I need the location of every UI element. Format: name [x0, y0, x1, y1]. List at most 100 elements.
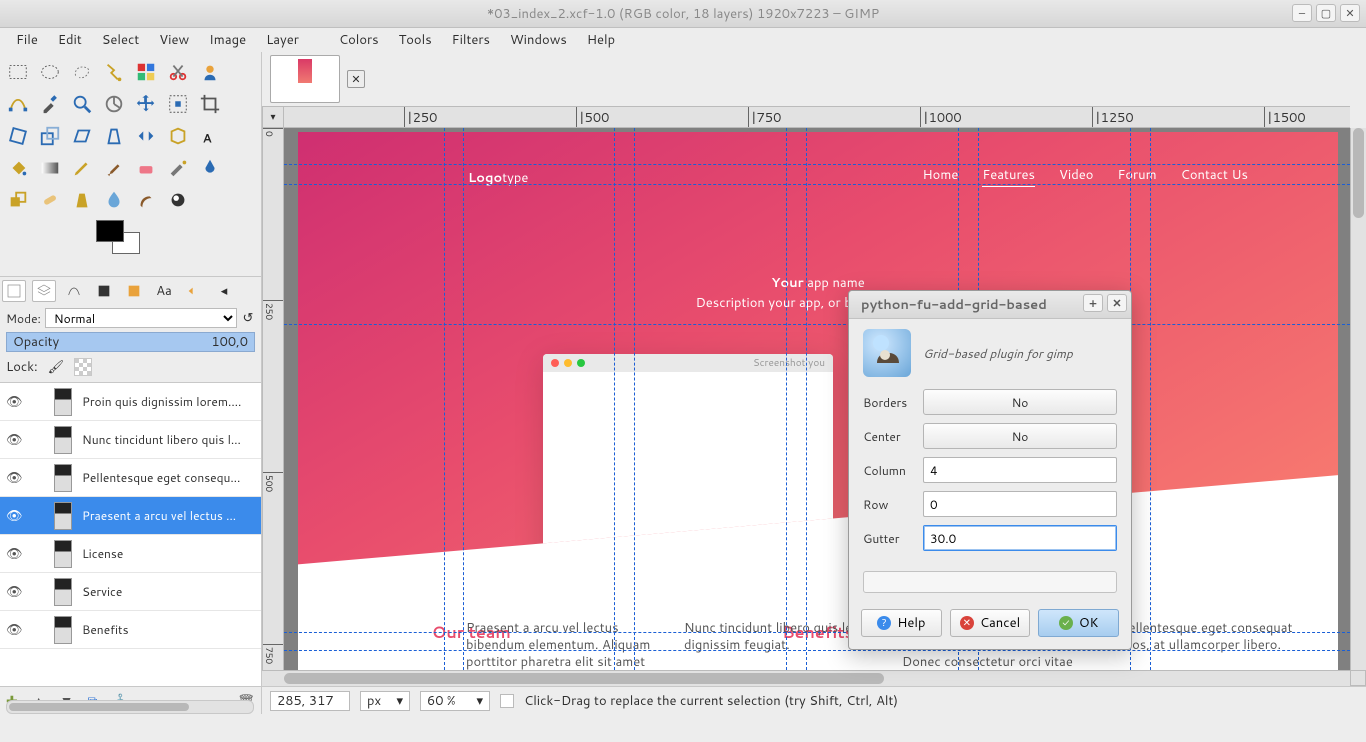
layer-visibility-icon[interactable]: 👁	[6, 507, 20, 525]
layer-visibility-icon[interactable]: 👁	[6, 431, 20, 449]
rotate-tool[interactable]	[2, 120, 34, 152]
horizontal-scrollbar[interactable]	[262, 670, 1366, 686]
tab-channels-icon[interactable]	[92, 280, 116, 302]
guide-horizontal[interactable]	[284, 324, 1350, 325]
vertical-ruler[interactable]: 0250500750	[262, 128, 284, 686]
color-swatch[interactable]	[96, 220, 261, 276]
tab-menu-icon[interactable]: ◂	[212, 280, 236, 302]
blend-tool[interactable]	[34, 152, 66, 184]
tab-paths-icon[interactable]	[62, 280, 86, 302]
vertical-scrollbar[interactable]	[1350, 128, 1366, 670]
guide-horizontal[interactable]	[284, 184, 1350, 185]
scale-tool[interactable]	[34, 120, 66, 152]
image-tab[interactable]: ✕	[270, 55, 340, 103]
dodge-burn-tool[interactable]	[162, 184, 194, 216]
tab-layers[interactable]	[32, 280, 56, 302]
bucket-fill-tool[interactable]	[2, 152, 34, 184]
layer-row[interactable]: 👁Praesent a arcu vel lectus bib...	[0, 497, 261, 535]
blur-tool[interactable]	[98, 184, 130, 216]
guide-horizontal[interactable]	[284, 650, 1350, 651]
clone-tool[interactable]	[2, 184, 34, 216]
center-toggle[interactable]: No	[923, 423, 1117, 449]
free-select-tool[interactable]	[66, 56, 98, 88]
foreground-color[interactable]	[96, 220, 124, 242]
menu-select[interactable]: Select	[92, 28, 149, 52]
guide-vertical[interactable]	[444, 128, 445, 670]
flip-tool[interactable]	[130, 120, 162, 152]
smudge-tool[interactable]	[130, 184, 162, 216]
fuzzy-select-tool[interactable]	[98, 56, 130, 88]
menu-edit[interactable]: Edit	[48, 28, 92, 52]
tab-tool-options[interactable]	[2, 280, 26, 302]
shear-tool[interactable]	[66, 120, 98, 152]
ellipse-select-tool[interactable]	[34, 56, 66, 88]
help-button[interactable]: ?Help	[861, 609, 942, 637]
layer-visibility-icon[interactable]: 👁	[6, 545, 20, 563]
rect-select-tool[interactable]	[2, 56, 34, 88]
guide-vertical[interactable]	[1150, 128, 1151, 670]
dialog-maximize-button[interactable]: +	[1083, 294, 1103, 312]
layer-row[interactable]: 👁Nunc tincidunt libero quis leo...	[0, 421, 261, 459]
by-color-select-tool[interactable]	[130, 56, 162, 88]
navigation-preview-icon[interactable]	[1350, 670, 1366, 686]
layer-visibility-icon[interactable]: 👁	[6, 469, 20, 487]
menu-colors[interactable]: Colors	[329, 28, 389, 52]
mode-reset-icon[interactable]: ↺	[241, 309, 255, 327]
menu-help[interactable]: Help	[577, 28, 625, 52]
row-input[interactable]	[923, 491, 1117, 517]
eraser-tool[interactable]	[130, 152, 162, 184]
layer-row[interactable]: 👁Service	[0, 573, 261, 611]
menu-layer[interactable]: Layer	[256, 28, 309, 52]
layer-visibility-icon[interactable]: 👁	[6, 393, 20, 411]
scissors-tool[interactable]	[162, 56, 194, 88]
opacity-slider[interactable]: Opacity 100,0	[6, 332, 255, 352]
guide-vertical[interactable]	[614, 128, 615, 670]
toolbox-scrollbar[interactable]	[6, 700, 254, 714]
cancel-button[interactable]: ✕Cancel	[950, 609, 1031, 637]
foreground-select-tool[interactable]	[194, 56, 226, 88]
layer-visibility-icon[interactable]: 👁	[6, 583, 20, 601]
unit-select[interactable]: px▾	[360, 691, 410, 711]
mode-select[interactable]: Normal	[45, 308, 237, 328]
text-tool[interactable]: A	[194, 120, 226, 152]
window-close-button[interactable]: ✕	[1340, 4, 1360, 22]
layer-row[interactable]: 👁License	[0, 535, 261, 573]
guide-vertical[interactable]	[806, 128, 807, 670]
move-tool[interactable]	[130, 88, 162, 120]
ok-button[interactable]: ✓OK	[1038, 609, 1119, 637]
perspective-tool[interactable]	[98, 120, 130, 152]
image-tab-close-icon[interactable]: ✕	[347, 70, 365, 88]
zoom-select[interactable]: 60 %▾	[420, 691, 490, 711]
paintbrush-tool[interactable]	[98, 152, 130, 184]
tab-fonts-icon[interactable]: Aa	[152, 280, 176, 302]
guide-horizontal[interactable]	[284, 632, 1350, 633]
guide-vertical[interactable]	[463, 128, 464, 670]
menu-image[interactable]: Image	[199, 28, 256, 52]
color-picker-tool[interactable]	[34, 88, 66, 120]
menu-file[interactable]: File	[6, 28, 48, 52]
layer-row[interactable]: 👁Proin quis dignissim lorem. Ma...	[0, 383, 261, 421]
guide-vertical[interactable]	[634, 128, 635, 670]
menu-tools[interactable]: Tools	[389, 28, 442, 52]
borders-toggle[interactable]: No	[923, 389, 1117, 415]
dialog-titlebar[interactable]: python-fu-add-grid-based + ✕	[849, 291, 1131, 319]
tab-histogram-icon[interactable]	[122, 280, 146, 302]
paths-tool[interactable]	[2, 88, 34, 120]
guide-vertical[interactable]	[786, 128, 787, 670]
lock-pixels-icon[interactable]: 🖌	[48, 358, 65, 376]
layer-row[interactable]: 👁Benefits	[0, 611, 261, 649]
tab-undo-icon[interactable]	[182, 280, 206, 302]
cage-tool[interactable]	[162, 120, 194, 152]
menu-windows[interactable]: Windows	[500, 28, 577, 52]
layer-row[interactable]: 👁Pellentesque eget consequat er...	[0, 459, 261, 497]
measure-tool[interactable]	[98, 88, 130, 120]
window-maximize-button[interactable]: ▢	[1316, 4, 1336, 22]
perspective-clone-tool[interactable]	[66, 184, 98, 216]
gutter-input[interactable]	[923, 525, 1117, 551]
dialog-close-button[interactable]: ✕	[1107, 294, 1127, 312]
layer-visibility-icon[interactable]: 👁	[6, 621, 20, 639]
pencil-tool[interactable]	[66, 152, 98, 184]
ruler-origin-toggle[interactable]: ▾	[262, 106, 284, 128]
airbrush-tool[interactable]	[162, 152, 194, 184]
lock-alpha-icon[interactable]	[74, 358, 92, 376]
